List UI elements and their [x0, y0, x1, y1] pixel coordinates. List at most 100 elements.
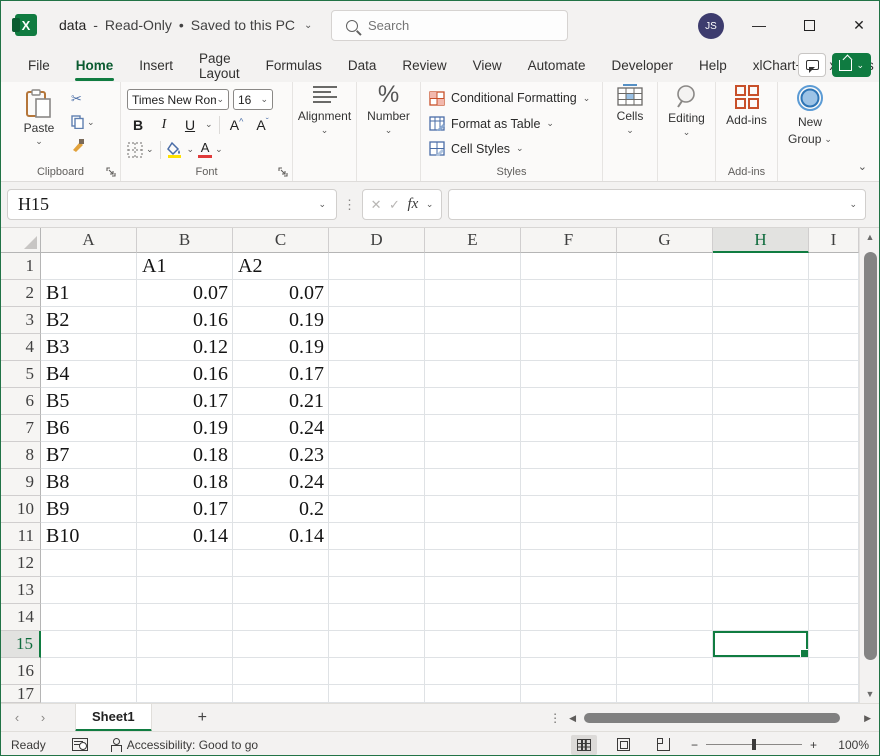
- cell-H3[interactable]: [713, 307, 809, 334]
- cell-F5[interactable]: [521, 361, 617, 388]
- cell-C6[interactable]: 0.21: [233, 388, 329, 415]
- cell-D1[interactable]: [329, 253, 425, 280]
- cell-C5[interactable]: 0.17: [233, 361, 329, 388]
- cell-C7[interactable]: 0.24: [233, 415, 329, 442]
- cell-I15[interactable]: [809, 631, 859, 658]
- cell-F13[interactable]: [521, 577, 617, 604]
- column-header-F[interactable]: F: [521, 228, 617, 253]
- cell-I17[interactable]: [809, 685, 859, 703]
- cell-H16[interactable]: [713, 658, 809, 685]
- cell-G14[interactable]: [617, 604, 713, 631]
- cell-G12[interactable]: [617, 550, 713, 577]
- format-painter-button[interactable]: [71, 137, 95, 153]
- cell-I12[interactable]: [809, 550, 859, 577]
- cell-B6[interactable]: 0.17: [137, 388, 233, 415]
- format-as-table-button[interactable]: Format as Table ⌄: [421, 113, 602, 135]
- cell-F8[interactable]: [521, 442, 617, 469]
- cell-I6[interactable]: [809, 388, 859, 415]
- tab-developer[interactable]: Developer: [598, 52, 686, 79]
- cell-G11[interactable]: [617, 523, 713, 550]
- decrease-font-size-button[interactable]: Aˇ: [252, 117, 274, 133]
- cell-E9[interactable]: [425, 469, 521, 496]
- row-header-7[interactable]: 7: [1, 415, 41, 442]
- cell-B1[interactable]: A1: [137, 253, 233, 280]
- document-title[interactable]: data - Read-Only • Saved to this PC ⌄: [59, 17, 312, 33]
- cell-E4[interactable]: [425, 334, 521, 361]
- scroll-down-icon[interactable]: ▼: [860, 689, 880, 699]
- cell-B16[interactable]: [137, 658, 233, 685]
- cell-B8[interactable]: 0.18: [137, 442, 233, 469]
- cell-F12[interactable]: [521, 550, 617, 577]
- tab-home[interactable]: Home: [63, 52, 127, 79]
- scroll-right-icon[interactable]: ▶: [864, 713, 871, 724]
- cell-I2[interactable]: [809, 280, 859, 307]
- cell-C9[interactable]: 0.24: [233, 469, 329, 496]
- paste-button[interactable]: Paste ⌄: [15, 87, 63, 163]
- cell-A15[interactable]: [41, 631, 137, 658]
- clipboard-dialog-launcher[interactable]: [106, 167, 116, 177]
- cell-I7[interactable]: [809, 415, 859, 442]
- column-header-I[interactable]: I: [809, 228, 859, 253]
- cell-G13[interactable]: [617, 577, 713, 604]
- underline-button[interactable]: U: [179, 117, 201, 133]
- cell-F17[interactable]: [521, 685, 617, 703]
- cell-D11[interactable]: [329, 523, 425, 550]
- cell-B2[interactable]: 0.07: [137, 280, 233, 307]
- cell-A8[interactable]: B7: [41, 442, 137, 469]
- cell-C12[interactable]: [233, 550, 329, 577]
- cell-E10[interactable]: [425, 496, 521, 523]
- column-header-G[interactable]: G: [617, 228, 713, 253]
- cell-D3[interactable]: [329, 307, 425, 334]
- row-header-9[interactable]: 9: [1, 469, 41, 496]
- cell-F10[interactable]: [521, 496, 617, 523]
- cell-D14[interactable]: [329, 604, 425, 631]
- row-header-4[interactable]: 4: [1, 334, 41, 361]
- page-layout-view-button[interactable]: [611, 735, 637, 755]
- cell-E7[interactable]: [425, 415, 521, 442]
- font-dialog-launcher[interactable]: [278, 167, 288, 177]
- cell-D8[interactable]: [329, 442, 425, 469]
- horizontal-scrollbar-thumb[interactable]: [584, 713, 840, 723]
- borders-button[interactable]: ⌄: [127, 142, 154, 158]
- search-box[interactable]: [331, 10, 568, 41]
- row-header-16[interactable]: 16: [1, 658, 41, 685]
- editing-button[interactable]: Editing ⌄: [658, 82, 715, 181]
- cell-H15[interactable]: [713, 631, 809, 658]
- cell-C11[interactable]: 0.14: [233, 523, 329, 550]
- cell-F14[interactable]: [521, 604, 617, 631]
- comments-button[interactable]: [798, 53, 826, 77]
- cell-H11[interactable]: [713, 523, 809, 550]
- row-header-5[interactable]: 5: [1, 361, 41, 388]
- cell-A17[interactable]: [41, 685, 137, 703]
- cell-F1[interactable]: [521, 253, 617, 280]
- cell-C8[interactable]: 0.23: [233, 442, 329, 469]
- cancel-entry-icon[interactable]: ✕: [371, 197, 382, 213]
- cell-F11[interactable]: [521, 523, 617, 550]
- cell-G8[interactable]: [617, 442, 713, 469]
- cell-D13[interactable]: [329, 577, 425, 604]
- scroll-up-icon[interactable]: ▲: [860, 232, 880, 242]
- cell-F9[interactable]: [521, 469, 617, 496]
- tab-file[interactable]: File: [15, 52, 63, 79]
- copy-button[interactable]: ⌄: [71, 114, 95, 130]
- cell-I4[interactable]: [809, 334, 859, 361]
- cell-I3[interactable]: [809, 307, 859, 334]
- cell-F16[interactable]: [521, 658, 617, 685]
- cell-G6[interactable]: [617, 388, 713, 415]
- alignment-button[interactable]: Alignment ⌄: [293, 82, 356, 181]
- cell-I1[interactable]: [809, 253, 859, 280]
- cell-D12[interactable]: [329, 550, 425, 577]
- cell-A6[interactable]: B5: [41, 388, 137, 415]
- horizontal-scrollbar[interactable]: [584, 712, 856, 724]
- accessibility-status[interactable]: Accessibility: Good to go: [127, 738, 258, 752]
- collapse-ribbon-icon[interactable]: ⌄: [858, 160, 867, 173]
- column-header-E[interactable]: E: [425, 228, 521, 253]
- fill-color-button[interactable]: ⌄: [167, 141, 195, 158]
- cell-A11[interactable]: B10: [41, 523, 137, 550]
- row-header-11[interactable]: 11: [1, 523, 41, 550]
- conditional-formatting-button[interactable]: Conditional Formatting ⌄: [421, 87, 602, 109]
- cell-A5[interactable]: B4: [41, 361, 137, 388]
- cell-G7[interactable]: [617, 415, 713, 442]
- cell-B4[interactable]: 0.12: [137, 334, 233, 361]
- close-button[interactable]: ✕: [839, 1, 879, 49]
